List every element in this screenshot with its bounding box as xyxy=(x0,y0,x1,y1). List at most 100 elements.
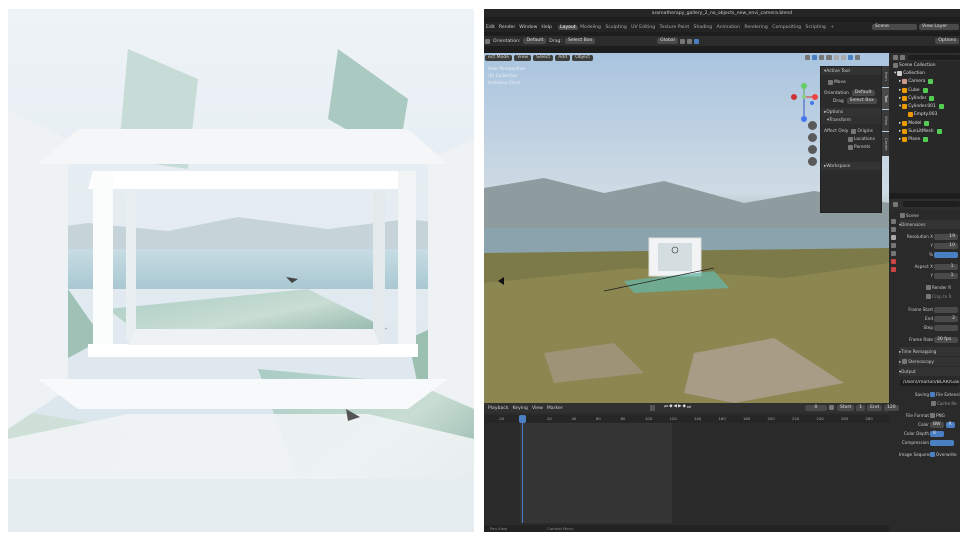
workspace-tab-sculpting[interactable]: Sculpting xyxy=(603,25,629,30)
file-format-row[interactable]: File Format PNG xyxy=(899,411,960,420)
outliner-item-empty-003[interactable]: Empty.003 xyxy=(889,111,960,119)
mode-dropdown[interactable]: ect Mode xyxy=(485,54,513,61)
xray-icon[interactable] xyxy=(826,55,832,60)
editor-type-icon[interactable] xyxy=(893,201,898,207)
current-frame-field[interactable]: 0 xyxy=(805,405,827,411)
zoom-icon[interactable] xyxy=(808,121,817,130)
saving-row[interactable]: Saving File Extensi xyxy=(899,390,960,399)
viewport-menu-add[interactable]: Add xyxy=(555,54,571,61)
frame-rate-row[interactable]: Frame Rate 30 fps xyxy=(899,335,960,344)
color-mode-row[interactable]: Color BW R xyxy=(899,420,960,429)
tab-item[interactable]: Item xyxy=(882,66,889,87)
frame-ruler[interactable]: -200204060801001201401601802002202402602… xyxy=(484,415,889,423)
timeline-menu-keying[interactable]: Keying xyxy=(511,406,530,411)
tab-view[interactable]: View xyxy=(882,110,889,131)
tab-tool[interactable]: Tool xyxy=(882,88,889,109)
workspace-tab-rendering[interactable]: Rendering xyxy=(742,25,770,30)
workspace-tab-shading[interactable]: Shading xyxy=(691,25,714,30)
aspect-y-row[interactable]: Y 1. xyxy=(899,271,960,280)
next-key-icon[interactable]: ◆ xyxy=(682,404,685,410)
workspace-tab-texture-paint[interactable]: Texture Paint xyxy=(657,25,691,30)
menu-render[interactable]: Render xyxy=(497,25,517,30)
options-dropdown[interactable]: Options xyxy=(935,38,959,44)
timeline-menu-view[interactable]: View xyxy=(530,406,545,411)
visibility-icon[interactable] xyxy=(805,55,810,60)
affect-only-origins-row[interactable]: Affect Only Origins xyxy=(821,127,881,135)
outliner-item-plane[interactable]: ▸ Plane xyxy=(889,136,960,144)
pivot-icon[interactable] xyxy=(679,38,685,44)
pan-icon[interactable] xyxy=(808,133,817,142)
workspace-tab-scripting[interactable]: Scripting xyxy=(803,25,828,30)
workspace-tab-layout[interactable]: Layout xyxy=(557,24,578,30)
view-layer-tab-icon[interactable] xyxy=(890,243,896,248)
options-section-header[interactable]: ▸ Options xyxy=(821,108,881,116)
menu-edit[interactable]: Edit xyxy=(484,25,497,30)
viewport-menu-object[interactable]: Object xyxy=(572,54,594,61)
output-section-header[interactable]: ▾ Output xyxy=(899,367,960,376)
npanel-orientation-row[interactable]: Orientation Default xyxy=(821,89,881,97)
display-mode-icon[interactable] xyxy=(893,54,898,60)
time-remapping-header[interactable]: ▸ Time Remapping xyxy=(899,347,960,356)
ortho-toggle-icon[interactable] xyxy=(808,157,817,166)
crop-to-region-checkbox[interactable]: Crop to R xyxy=(899,292,960,301)
output-tab-icon[interactable] xyxy=(890,235,896,240)
workspace-tab-uv-editing[interactable]: UV Editing xyxy=(629,25,657,30)
tab-create[interactable]: Create xyxy=(882,132,889,156)
menu-help[interactable]: Help xyxy=(539,25,553,30)
transform-orientation-dropdown[interactable]: Global xyxy=(657,38,678,44)
resolution-percent-row[interactable]: % xyxy=(899,250,960,259)
gizmo-toggle-icon[interactable] xyxy=(812,55,817,60)
preview-range-icon[interactable] xyxy=(829,405,834,410)
material-shading-icon[interactable] xyxy=(841,55,846,60)
auto-keying-icon[interactable] xyxy=(650,405,655,411)
rendered-shading-icon[interactable] xyxy=(848,55,853,60)
compression-row[interactable]: Compression xyxy=(899,438,960,447)
stereoscopy-header[interactable]: ▸ Stereoscopy xyxy=(899,357,960,366)
add-workspace-button[interactable]: + xyxy=(828,25,836,30)
overlay-icon[interactable] xyxy=(819,55,824,60)
navigation-gizmo[interactable] xyxy=(790,81,820,126)
workspace-tab-animation[interactable]: Animation xyxy=(714,25,742,30)
outliner-item-camera[interactable]: ▸ Camera xyxy=(889,78,960,86)
play-icon[interactable]: ▶ xyxy=(678,404,681,410)
workspace-section-header[interactable]: ▸ Workspace xyxy=(821,162,881,170)
frame-end-row[interactable]: End 2 xyxy=(899,314,960,323)
proportional-edit-icon[interactable] xyxy=(693,38,699,44)
dimensions-section-header[interactable]: ▾ Dimensions xyxy=(899,220,960,229)
playhead-handle[interactable] xyxy=(519,415,526,423)
frame-step-row[interactable]: Step xyxy=(899,323,960,332)
filter-icon[interactable] xyxy=(900,54,905,60)
solid-shading-icon[interactable] xyxy=(834,55,839,60)
orientation-dropdown[interactable]: Default xyxy=(523,38,547,44)
outliner-search-input[interactable] xyxy=(908,54,960,60)
start-frame-field[interactable]: 1 xyxy=(856,405,866,411)
color-depth-row[interactable]: Color Depth 8 xyxy=(899,429,960,438)
prev-key-icon[interactable]: ◆ xyxy=(669,404,672,410)
jump-end-icon[interactable]: ⏭ xyxy=(687,404,691,410)
jump-start-icon[interactable]: ⏮ xyxy=(664,404,668,410)
shading-options-icon[interactable] xyxy=(855,55,860,60)
texture-tab-icon[interactable] xyxy=(890,267,896,272)
viewport-menu-view[interactable]: View xyxy=(514,54,532,61)
world-tab-icon[interactable] xyxy=(890,259,896,264)
active-tool-header[interactable]: ▾ Active Tool xyxy=(821,67,881,75)
image-sequence-row[interactable]: Image Sequence Overwrite xyxy=(899,450,960,459)
scene-selector[interactable]: Scene xyxy=(872,24,917,30)
aspect-x-row[interactable]: Aspect X 1. xyxy=(899,262,960,271)
outliner-item-cylinder-001[interactable]: ▾ Cylinder.001 xyxy=(889,102,960,110)
timeline-menu-marker[interactable]: Marker xyxy=(545,406,565,411)
affect-only-parents-row[interactable]: Parents xyxy=(821,143,881,151)
drag-dropdown[interactable]: Select Box xyxy=(565,38,596,44)
scene-tab-icon[interactable] xyxy=(890,251,896,256)
menu-window[interactable]: Window xyxy=(517,25,539,30)
render-tab-icon[interactable] xyxy=(890,227,896,232)
play-reverse-icon[interactable]: ◀ xyxy=(674,404,677,410)
properties-search-input[interactable] xyxy=(903,201,960,207)
outliner-item-collection[interactable]: ▾ Collection xyxy=(889,69,960,77)
transform-section-header[interactable]: ▾ Transform xyxy=(821,116,881,124)
workspace-tab-modeling[interactable]: Modeling xyxy=(578,25,603,30)
outliner-item-sunlitmesh[interactable]: ▸ SunLitMesh xyxy=(889,127,960,135)
workspace-tab-compositing[interactable]: Compositing xyxy=(770,25,803,30)
camera-view-icon[interactable] xyxy=(808,145,817,154)
affect-only-locations-row[interactable]: Locations xyxy=(821,135,881,143)
